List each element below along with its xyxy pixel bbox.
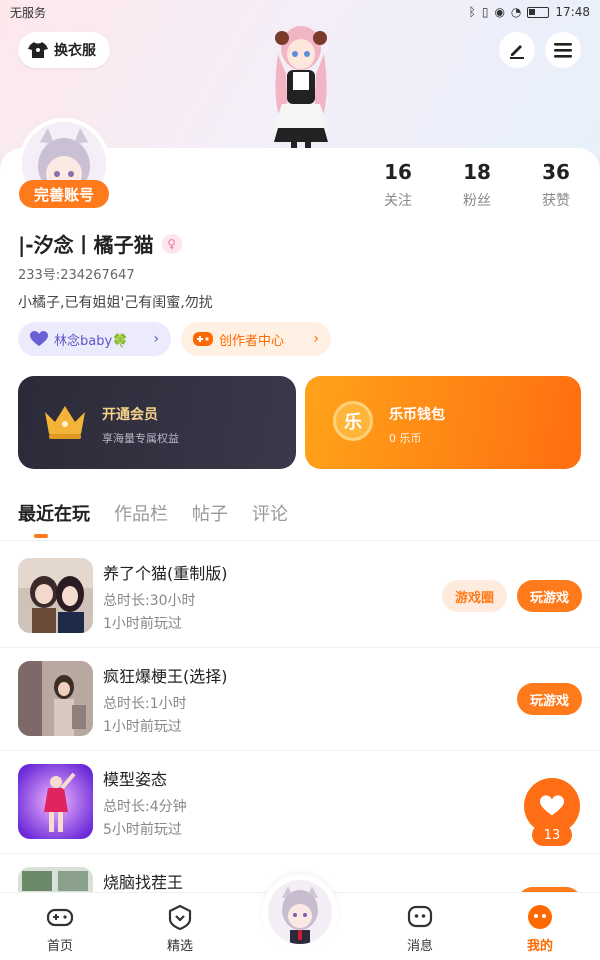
game-duration: 总时长:30小时	[103, 593, 196, 609]
gamepad-icon	[46, 908, 74, 927]
mini-avatar-icon	[268, 880, 332, 944]
tab-comments[interactable]: 评论	[252, 500, 288, 526]
game-last-played: 1小时前玩过	[103, 719, 182, 735]
stat-following-label: 关注	[384, 193, 412, 209]
stat-likes-value: 36	[542, 160, 570, 184]
pencil-icon	[510, 45, 524, 59]
game-duration: 总时长:4分钟	[103, 799, 187, 815]
user-id: 233号:234267647	[18, 268, 135, 283]
row-divider	[0, 853, 600, 854]
wallet-card[interactable]: 乐 乐币钱包 0 乐币	[305, 376, 581, 469]
play-game-button[interactable]: 玩游戏	[517, 683, 582, 715]
chat-face-icon	[407, 905, 433, 928]
clock-text: 17:48	[555, 5, 590, 19]
status-bar: 无服务 ᛒ ▯ ◉ ◔ 17:48	[0, 0, 600, 24]
nav-featured[interactable]: 精选	[140, 903, 220, 954]
game-title: 烧脑找茬王	[103, 873, 184, 892]
vip-membership-card[interactable]: 开通会员 享海量专属权益	[18, 376, 296, 469]
edit-button[interactable]	[499, 32, 535, 68]
username: |-汐念丨橘子猫	[18, 233, 154, 257]
game-circle-button[interactable]: 游戏圈	[442, 580, 507, 612]
bluetooth-icon: ᛒ	[468, 5, 476, 19]
game-duration: 总时长:1小时	[103, 696, 187, 712]
game-row[interactable]: 养了个猫(重制版) 总时长:30小时 1小时前玩过 游戏圈 玩游戏	[0, 558, 600, 661]
status-icons: ᛒ ▯ ◉ ◔ 17:48	[469, 5, 590, 19]
change-outfit-label: 换衣服	[54, 43, 96, 59]
vip-title: 开通会员	[102, 407, 158, 423]
tab-posts[interactable]: 帖子	[192, 500, 228, 526]
game-last-played: 1小时前玩过	[103, 616, 182, 632]
chevron-right-icon: ›	[153, 331, 159, 347]
relationship-tag-label: 林念baby🍀	[54, 333, 129, 349]
row-divider	[0, 647, 600, 648]
creator-center-tag[interactable]: 创作者中心 ›	[181, 322, 331, 356]
wallet-title: 乐币钱包	[389, 407, 445, 423]
vip-subtitle: 享海量专属权益	[102, 432, 179, 445]
profile-face-icon	[528, 905, 552, 929]
game-last-played: 5小时前玩过	[103, 822, 182, 838]
stat-followers[interactable]: 18 粉丝	[447, 160, 507, 210]
wallet-balance: 0 乐币	[389, 432, 422, 445]
center-avatar-button[interactable]	[262, 874, 338, 950]
game-thumbnail	[18, 867, 93, 893]
heart-icon	[540, 795, 564, 816]
game-title: 养了个猫(重制版)	[103, 564, 228, 583]
hamburger-icon	[554, 43, 572, 58]
stat-likes-label: 获赞	[542, 193, 570, 209]
profile-tabs: 最近在玩 作品栏 帖子 评论	[18, 500, 288, 526]
game-thumbnail	[18, 661, 93, 736]
stat-following-value: 16	[384, 160, 412, 184]
eye-icon: ◉	[494, 5, 505, 19]
coin-icon: 乐	[333, 401, 373, 441]
shirt-icon	[28, 42, 48, 58]
character-figure[interactable]	[258, 24, 344, 150]
battery-icon	[527, 6, 550, 18]
center-avatar-image	[268, 880, 332, 944]
stat-followers-value: 18	[463, 160, 491, 184]
change-outfit-button[interactable]: 换衣服	[18, 32, 110, 68]
active-tab-indicator	[34, 534, 48, 538]
creator-center-label: 创作者中心	[219, 333, 285, 349]
play-game-button[interactable]: 玩游戏	[517, 580, 582, 612]
nav-messages-label: 消息	[406, 939, 433, 954]
tab-works[interactable]: 作品栏	[114, 500, 168, 526]
row-divider	[0, 750, 600, 751]
female-icon: ♀	[161, 233, 182, 254]
game-title: 疯狂爆梗王(选择)	[103, 667, 228, 686]
heart-icon	[30, 331, 48, 346]
tabs-divider	[0, 540, 600, 541]
nav-messages[interactable]: 消息	[380, 903, 460, 954]
game-row[interactable]: 模型姿态 总时长:4分钟 5小时前玩过	[0, 764, 600, 867]
like-count-badge: 13	[532, 824, 572, 846]
nav-me-label: 我的	[526, 939, 553, 954]
stat-following[interactable]: 16 关注	[368, 160, 428, 210]
relationship-tag[interactable]: 林念baby🍀 ›	[18, 322, 171, 356]
username-row: |-汐念丨橘子猫 ♀	[18, 229, 182, 258]
nav-featured-label: 精选	[166, 939, 193, 954]
vibrate-icon: ▯	[481, 5, 489, 19]
wifi-icon: ◔	[510, 5, 522, 19]
complete-account-badge[interactable]: 完善账号	[19, 180, 109, 208]
nav-home[interactable]: 首页	[20, 903, 100, 954]
tab-recently-played[interactable]: 最近在玩	[18, 500, 90, 526]
carrier-text: 无服务	[10, 5, 47, 20]
nav-home-label: 首页	[46, 939, 73, 954]
stat-followers-label: 粉丝	[463, 193, 491, 209]
heart-shield-icon	[168, 904, 192, 931]
game-title: 模型姿态	[103, 770, 168, 789]
nav-me[interactable]: 我的	[500, 903, 580, 954]
menu-button[interactable]	[545, 32, 581, 68]
stat-likes[interactable]: 36 获赞	[526, 160, 586, 210]
crown-icon	[45, 406, 85, 439]
user-bio: 小橘子,已有姐姐'己有闺蜜,勿扰	[18, 295, 213, 311]
chevron-right-icon: ›	[313, 331, 319, 347]
game-row[interactable]: 疯狂爆梗王(选择) 总时长:1小时 1小时前玩过 玩游戏	[0, 661, 600, 764]
gamepad-icon	[193, 332, 213, 346]
game-thumbnail	[18, 558, 93, 633]
game-thumbnail	[18, 764, 93, 839]
